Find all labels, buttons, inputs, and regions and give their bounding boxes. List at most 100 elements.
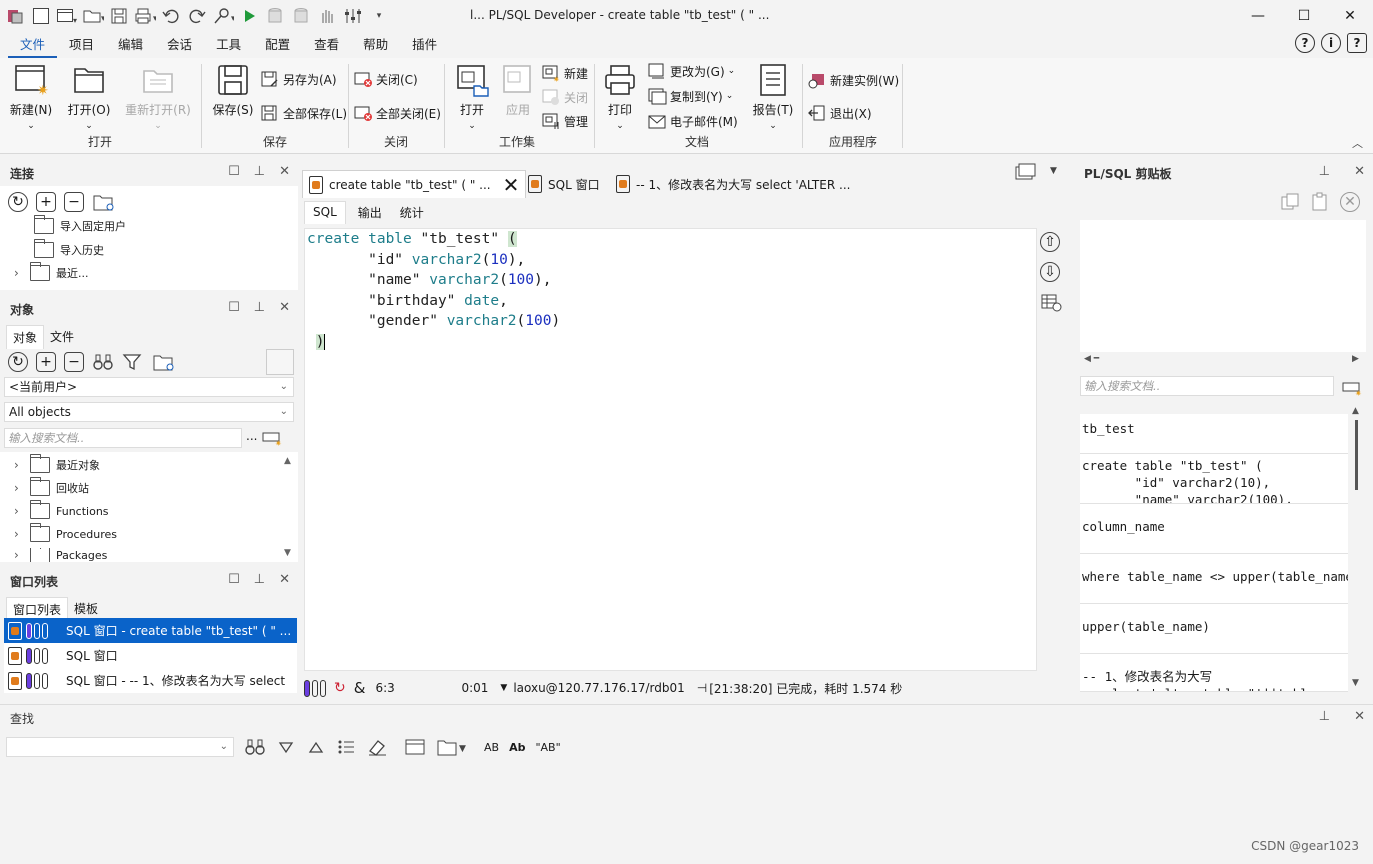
tree-item[interactable]: › 最近... [14,262,89,281]
object-type-select[interactable]: All objects ⌄ [4,402,294,422]
add-icon[interactable]: + [36,192,56,212]
binoculars-icon[interactable] [92,352,114,372]
find-folder-icon[interactable]: ▼ [436,737,468,757]
menu-edit[interactable]: 编辑 [106,31,155,58]
arrow-down-icon[interactable]: ⇩ [1040,262,1060,282]
connection-dropdown-icon[interactable]: ▼ [500,683,507,693]
key-icon[interactable]: ▾ [212,5,234,27]
find-window-icon[interactable] [404,737,426,757]
change-to-button[interactable]: 更改为(G) ⌄ [647,60,735,82]
remove-icon[interactable]: − [64,352,84,372]
pin-icon[interactable]: ⊥ [254,300,265,315]
tab-statistics[interactable]: 统计 [394,201,430,224]
close-all-button[interactable]: 全部关闭(E) [353,102,441,124]
doc-tab-rename[interactable]: -- 1、修改表名为大写 select 'ALTER ... [616,170,850,198]
new-window-icon[interactable]: ▾ [56,5,78,27]
chevron-right-icon[interactable]: › [14,266,24,280]
maximize-button[interactable]: ☐ [1281,0,1327,31]
clipboard-item[interactable]: upper(table_name) [1080,604,1348,654]
new-instance-button[interactable]: 新建实例(W) [807,69,899,91]
find-previous-icon[interactable] [306,737,326,757]
scroll-up-icon[interactable]: ▲ [1352,406,1359,416]
pin-icon[interactable]: ⊥ [1319,164,1330,179]
pin-icon[interactable]: ⊥ [254,164,265,179]
menu-plugins[interactable]: 插件 [400,31,449,58]
clipboard-item[interactable]: -- 1、修改表名为大写 select 'alter table "'||tab… [1080,654,1348,692]
user-select[interactable]: <当前用户> ⌄ [4,377,294,397]
print-icon[interactable]: ▾ [134,5,156,27]
binoculars-icon[interactable] [244,737,266,757]
tree-item[interactable]: › Functions [14,500,109,519]
arrow-up-icon[interactable]: ⇧ [1040,232,1060,252]
clipboard-item[interactable]: column_name [1080,504,1348,554]
clipboard-item[interactable]: where table_name <> upper(table_name) [1080,554,1348,604]
close-icon[interactable]: ✕ [279,164,290,179]
find-next-icon[interactable] [276,737,296,757]
object-search-input[interactable]: 输入搜索文档.. [4,428,242,448]
menu-view[interactable]: 查看 [302,31,351,58]
new-button[interactable]: ✷ 新建(N) ⌄ [6,62,56,134]
clear-icon[interactable]: ✕ [1340,192,1360,212]
menu-project[interactable]: 项目 [57,31,106,58]
sql-editor[interactable]: create table "tb_test" ( "id" varchar2(1… [304,228,1037,671]
quoted-option[interactable]: "AB" [535,741,560,754]
window-list-item[interactable]: SQL 窗口 [4,643,297,668]
close-tab-icon[interactable]: ✕ [503,173,520,197]
minimize-button[interactable]: — [1235,0,1281,31]
workset-open-button[interactable]: 打开 ⌄ [447,62,497,134]
grid-add-icon[interactable] [1040,292,1062,312]
report-button[interactable]: 报告(T) ⌄ [748,62,798,134]
tree-item[interactable]: › Procedures [14,523,117,542]
refresh-red-icon[interactable]: ↻ [334,680,346,696]
clipboard-item[interactable]: tb_test [1080,414,1348,454]
info-icon[interactable]: i [1321,33,1341,53]
search-options-icon[interactable]: ✷ [1342,380,1362,396]
workset-manage-button[interactable]: 管理 [541,110,588,132]
help-icon[interactable]: ? [1295,33,1315,53]
new-file-icon[interactable] [30,5,52,27]
chevron-right-icon[interactable]: › [14,458,24,472]
options-icon[interactable]: ? [1347,33,1367,53]
close-doc-button[interactable]: 关闭(C) [353,68,418,90]
match-case-option[interactable]: AB [484,741,499,754]
tab-output[interactable]: 输出 [346,201,394,224]
collapse-ribbon-icon[interactable]: ︿ [1352,135,1363,151]
save-icon[interactable] [108,5,130,27]
refresh-icon[interactable]: ↻ [8,352,28,372]
tabs-dropdown-icon[interactable]: ▼ [1050,166,1057,176]
save-all-button[interactable]: 全部保存(L) [260,102,347,124]
search-options-icon[interactable]: ✷ [262,430,282,446]
doc-tab-sql-window[interactable]: SQL 窗口 [528,170,600,198]
save-as-button[interactable]: 另存为(A) [260,68,337,90]
close-icon[interactable]: ✕ [1354,709,1365,724]
save-button[interactable]: 保存(S) [208,62,258,118]
scroll-down-icon[interactable]: ▼ [1352,678,1359,688]
folder-key-icon[interactable] [92,192,116,212]
remove-icon[interactable]: − [64,192,84,212]
clipboard-search-input[interactable]: 输入搜索文档.. [1080,376,1334,396]
copy-icon[interactable] [1280,192,1300,212]
exit-button[interactable]: 退出(X) [807,102,872,124]
scroll-down-icon[interactable]: ▼ [284,548,291,558]
tree-item[interactable]: › 回收站 [14,477,89,496]
eraser-icon[interactable] [366,737,388,757]
execute-icon[interactable] [238,5,260,27]
tree-item[interactable]: › 最近对象 [14,454,100,473]
close-icon[interactable]: ✕ [1354,164,1365,179]
pin-icon[interactable]: ⊥ [1319,709,1330,724]
ampersand-icon[interactable]: & [354,679,366,697]
tree-item[interactable]: › Packages [14,548,107,562]
tab-objects[interactable]: 对象 [6,325,45,349]
workset-apply-button[interactable]: 应用 [493,62,543,118]
folder-key-icon[interactable] [152,352,176,372]
chevron-right-icon[interactable]: › [14,504,24,518]
chevron-right-icon[interactable]: › [14,481,24,495]
chevron-right-icon[interactable]: › [14,527,24,541]
tab-files[interactable]: 文件 [44,325,80,349]
add-icon[interactable]: + [36,352,56,372]
menu-config[interactable]: 配置 [253,31,302,58]
redo-icon[interactable] [186,5,208,27]
menu-help[interactable]: 帮助 [351,31,400,58]
open-folder-icon[interactable]: ▾ [82,5,104,27]
whole-word-option[interactable]: Ab [509,741,525,754]
